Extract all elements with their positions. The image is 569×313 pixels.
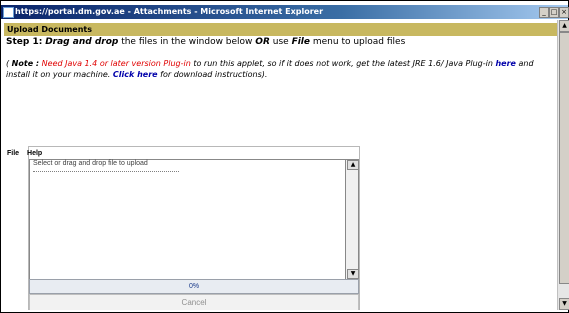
step-text-2: use (272, 37, 289, 47)
note-open-paren: ( (6, 59, 10, 68)
upload-documents-banner: Upload Documents (4, 23, 557, 36)
step-instructions: Step 1: Drag and drop the files in the w… (6, 37, 554, 48)
internet-explorer-icon (3, 7, 14, 18)
menu-help[interactable]: Help (27, 150, 42, 157)
scroll-thumb[interactable] (559, 32, 569, 284)
menu-file[interactable]: File (7, 150, 19, 157)
scroll-down-icon[interactable]: ▼ (347, 269, 359, 279)
step-text-1: the files in the window below (121, 37, 253, 47)
java-note: ( Note : Need Java 1.4 or later version … (6, 58, 554, 80)
drop-area-scrollbar[interactable]: ▲ ▼ (345, 159, 359, 280)
file-drop-area[interactable] (29, 159, 347, 280)
java-download-link[interactable]: here (495, 59, 516, 68)
close-button[interactable]: × (559, 7, 569, 18)
window-scroll-up-icon[interactable]: ▲ (559, 20, 569, 32)
title-bar: https://portal.dm.gov.ae - Attachments -… (1, 5, 569, 19)
download-instructions-link[interactable]: Click here (113, 70, 158, 79)
step-text-3: menu to upload files (312, 37, 406, 47)
step-label: Step 1: (6, 37, 43, 47)
progress-text: 0% (188, 283, 200, 290)
cancel-button[interactable]: Cancel (29, 294, 359, 310)
java-requirement-text: Need Java 1.4 or later version Plug-in (41, 59, 191, 68)
window-title: https://portal.dm.gov.ae - Attachments -… (15, 7, 324, 16)
upload-progress-bar: 0% (29, 279, 359, 294)
note-label: Note : (11, 59, 40, 68)
drop-prompt: Select or drag and drop file to upload (33, 160, 148, 167)
scroll-up-icon[interactable]: ▲ (347, 160, 359, 170)
window-scroll-down-icon[interactable]: ▼ (559, 298, 569, 310)
maximize-button[interactable]: □ (549, 7, 559, 18)
minimize-button[interactable]: _ (539, 7, 549, 18)
note-text-3: for download instructions). (160, 70, 268, 79)
file-text: File (291, 37, 310, 47)
note-text-1: to run this applet, so if it does not wo… (193, 59, 493, 68)
or-text: OR (255, 37, 270, 47)
page-content: Upload Documents Step 1: Drag and drop t… (1, 20, 557, 310)
window-scrollbar[interactable]: ▲ ▼ (557, 20, 569, 310)
drag-drop-text: Drag and drop (45, 37, 119, 47)
dotted-divider (33, 171, 179, 172)
